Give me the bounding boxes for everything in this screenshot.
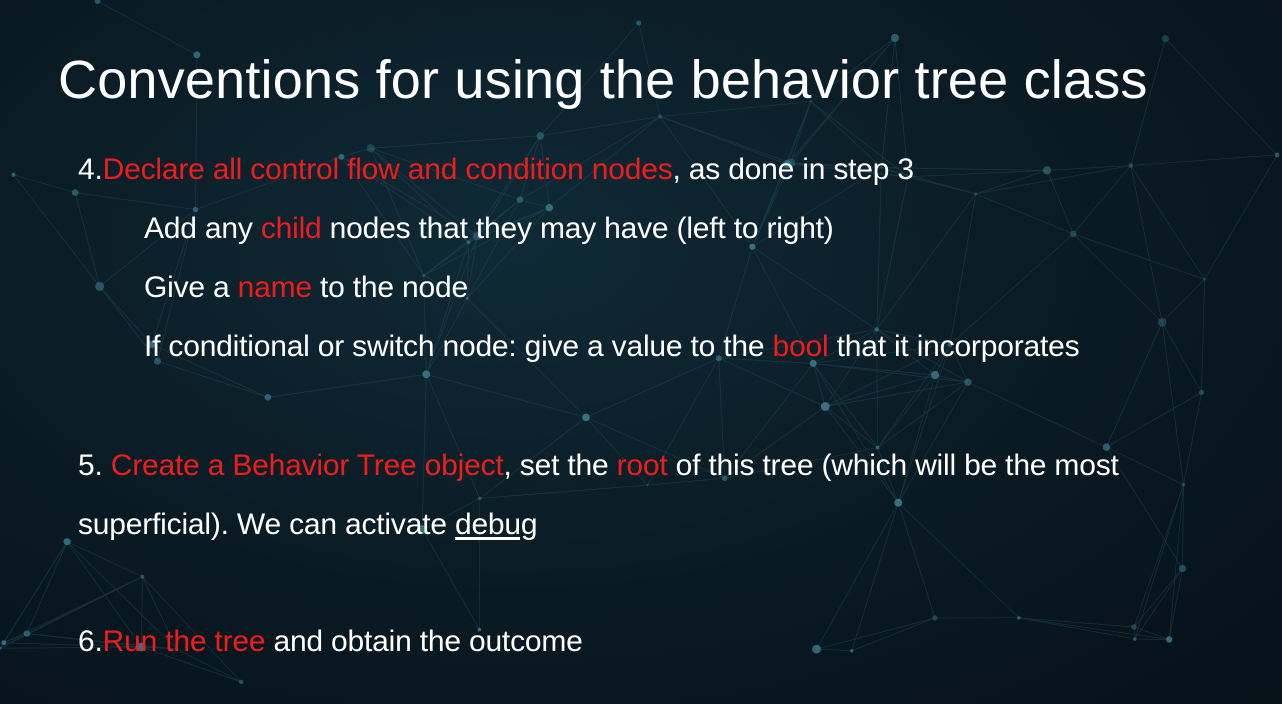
network-node bbox=[1069, 230, 1077, 238]
step-4-sub-name: Give a name to the node bbox=[144, 268, 468, 308]
step-4-sub-child: Add any child nodes that they may have (… bbox=[144, 209, 834, 249]
step-4-rest: , as done in step 3 bbox=[672, 153, 915, 186]
sub-highlight-name: name bbox=[237, 271, 312, 304]
network-node bbox=[264, 394, 272, 401]
step-6-number: 6. bbox=[78, 625, 103, 658]
sub-text: If conditional or switch node: give a va… bbox=[144, 330, 773, 363]
network-node bbox=[1, 640, 7, 646]
network-node bbox=[964, 378, 972, 386]
network-node bbox=[1017, 616, 1021, 620]
step-6-rest: and obtain the outcome bbox=[265, 625, 583, 658]
network-node bbox=[63, 538, 71, 546]
network-node bbox=[71, 189, 79, 196]
network-node bbox=[812, 644, 821, 654]
network-node bbox=[1131, 624, 1137, 630]
network-node bbox=[820, 402, 830, 411]
step-5-line-1: 5. Create a Behavior Tree object, set th… bbox=[78, 446, 1119, 486]
sub-text: Give a bbox=[144, 271, 238, 304]
network-node bbox=[1181, 483, 1186, 487]
network-node bbox=[1198, 389, 1205, 396]
sub-highlight-child: child bbox=[260, 212, 322, 245]
network-node bbox=[1203, 277, 1206, 281]
network-node bbox=[11, 172, 16, 177]
network-node bbox=[1133, 637, 1137, 641]
network-node bbox=[536, 132, 544, 140]
step-5-text: superficial). We can activate bbox=[78, 508, 455, 541]
network-node bbox=[422, 370, 431, 379]
step-5-text: of this tree (which will be the most bbox=[667, 449, 1119, 482]
network-node bbox=[890, 33, 899, 43]
network-node bbox=[94, 0, 101, 5]
debug-link[interactable]: debug bbox=[455, 508, 538, 541]
step-4-number: 4. bbox=[78, 153, 103, 186]
sub-text: that it incorporates bbox=[828, 330, 1080, 363]
step-4-line: 4.Declare all control flow and condition… bbox=[78, 150, 914, 190]
network-node bbox=[140, 574, 145, 579]
step-5-number: 5. bbox=[78, 449, 111, 482]
network-node bbox=[850, 649, 854, 653]
sub-highlight-bool: bool bbox=[772, 330, 829, 363]
network-node bbox=[974, 192, 978, 196]
slide-title: Conventions for using the behavior tree … bbox=[58, 50, 1148, 110]
network-node bbox=[1042, 166, 1052, 175]
network-node bbox=[1157, 317, 1167, 327]
network-node bbox=[23, 630, 31, 637]
sub-text: Add any bbox=[144, 212, 261, 245]
step-5-line-2: superficial). We can activate debug bbox=[78, 505, 538, 545]
network-node bbox=[932, 615, 938, 621]
network-node bbox=[930, 370, 940, 380]
step-5-highlight-create: Create a Behavior Tree object bbox=[110, 449, 504, 482]
step-5-highlight-root: root bbox=[616, 449, 668, 482]
step-4-highlight: Declare all control flow and condition n… bbox=[102, 153, 673, 186]
step-6-highlight: Run the tree bbox=[102, 625, 266, 658]
network-node bbox=[1128, 163, 1134, 168]
network-node bbox=[636, 20, 642, 26]
network-node bbox=[1178, 564, 1187, 573]
network-node bbox=[1165, 636, 1173, 643]
network-node bbox=[95, 281, 105, 291]
sub-text: nodes that they may have (left to right) bbox=[321, 212, 834, 245]
network-node bbox=[582, 413, 590, 422]
step-6-line: 6.Run the tree and obtain the outcome bbox=[78, 622, 583, 662]
step-5-text: , set the bbox=[503, 449, 617, 482]
network-node bbox=[1274, 152, 1280, 158]
sub-text: to the node bbox=[311, 271, 468, 304]
network-node bbox=[238, 679, 244, 685]
network-node bbox=[894, 498, 903, 507]
network-node bbox=[1161, 35, 1169, 43]
network-node bbox=[477, 496, 482, 501]
step-4-sub-bool: If conditional or switch node: give a va… bbox=[144, 327, 1080, 367]
network-node bbox=[516, 196, 524, 203]
